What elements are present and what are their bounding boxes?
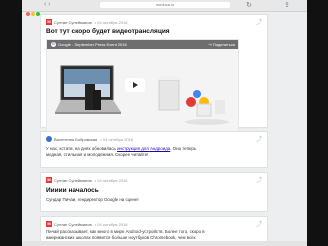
share-icon[interactable]: ⤴ xyxy=(256,17,262,26)
meduza-logo-icon: M xyxy=(46,19,52,25)
play-icon[interactable] xyxy=(125,78,145,92)
post-author[interactable]: Валентина Бобровская xyxy=(54,137,97,142)
post-title: Иииии началось xyxy=(46,187,99,194)
reload-icon[interactable]: ↻ xyxy=(246,1,252,9)
video-share[interactable]: ↪ Поделиться xyxy=(208,42,235,47)
post-author[interactable]: Султан Сулейманов xyxy=(54,222,92,227)
instruction-link[interactable]: инструкция для Андроида xyxy=(117,146,170,151)
post-card: M Султан Сулейманов • 04 октября 2016 ⤴ В… xyxy=(40,14,268,137)
post-date: • 04 октября 2016 xyxy=(94,19,128,25)
post-author[interactable]: Султан Сулейманов xyxy=(54,178,92,183)
minimize-window-icon[interactable] xyxy=(31,12,35,16)
meduza-logo-icon: M xyxy=(46,221,52,227)
close-window-icon[interactable] xyxy=(26,12,30,16)
post-meta: M Султан Сулейманов • 04 октября 2016 xyxy=(46,19,127,25)
browser-share-icon[interactable]: ⇪ xyxy=(284,1,290,9)
share-icon[interactable]: ⤴ xyxy=(256,175,262,184)
post-meta: Валентина Бобровская • 04 октября 2016 xyxy=(46,136,133,142)
meduza-logo-icon: M xyxy=(46,177,52,183)
post-text: Сундар Пичаи, гендиректор Google на сцен… xyxy=(46,197,139,202)
address-bar[interactable]: meduza.io xyxy=(100,2,230,8)
post-date: • 04 октября 2016 xyxy=(94,221,128,227)
avatar xyxy=(46,136,52,142)
video-player[interactable]: G Google - September Press Event 2016 ↪ П… xyxy=(46,39,239,137)
nav-arrows[interactable]: ‹ › xyxy=(44,1,51,8)
browser-toolbar: ‹ › meduza.io ↻ ⇪ xyxy=(22,0,307,16)
post-card: M Султан Сулейманов • 04 октября 2016 ⤴ И… xyxy=(40,172,268,212)
post-title: Вот тут скоро будет видеотрансляция xyxy=(46,28,170,35)
google-logo-icon: G xyxy=(51,42,56,48)
share-icon[interactable]: ⤴ xyxy=(256,219,262,228)
browser-window: ‹ › meduza.io ↻ ⇪ M Султан Сулейманов • 0… xyxy=(22,0,307,246)
screen: { "browser": { "url": "meduza.io", "traf… xyxy=(0,0,328,246)
bottom-bar xyxy=(22,241,307,246)
post-text: модная, стильная и молодежная. Скорее чи… xyxy=(46,152,149,157)
window-controls xyxy=(26,3,41,21)
post-meta: M Султан Сулейманов • 04 октября 2016 xyxy=(46,221,127,227)
post-author[interactable]: Султан Сулейманов xyxy=(54,20,92,25)
post-date: • 04 октября 2016 xyxy=(94,177,128,183)
share-icon[interactable]: ⤴ xyxy=(256,134,262,143)
post-meta: M Султан Сулейманов • 04 октября 2016 xyxy=(46,177,127,183)
post-date: • 04 октября 2016 xyxy=(100,136,134,142)
post-card: Валентина Бобровская • 04 октября 2016 ⤴… xyxy=(40,131,268,168)
video-title[interactable]: Google - September Press Event 2016 xyxy=(58,42,127,47)
